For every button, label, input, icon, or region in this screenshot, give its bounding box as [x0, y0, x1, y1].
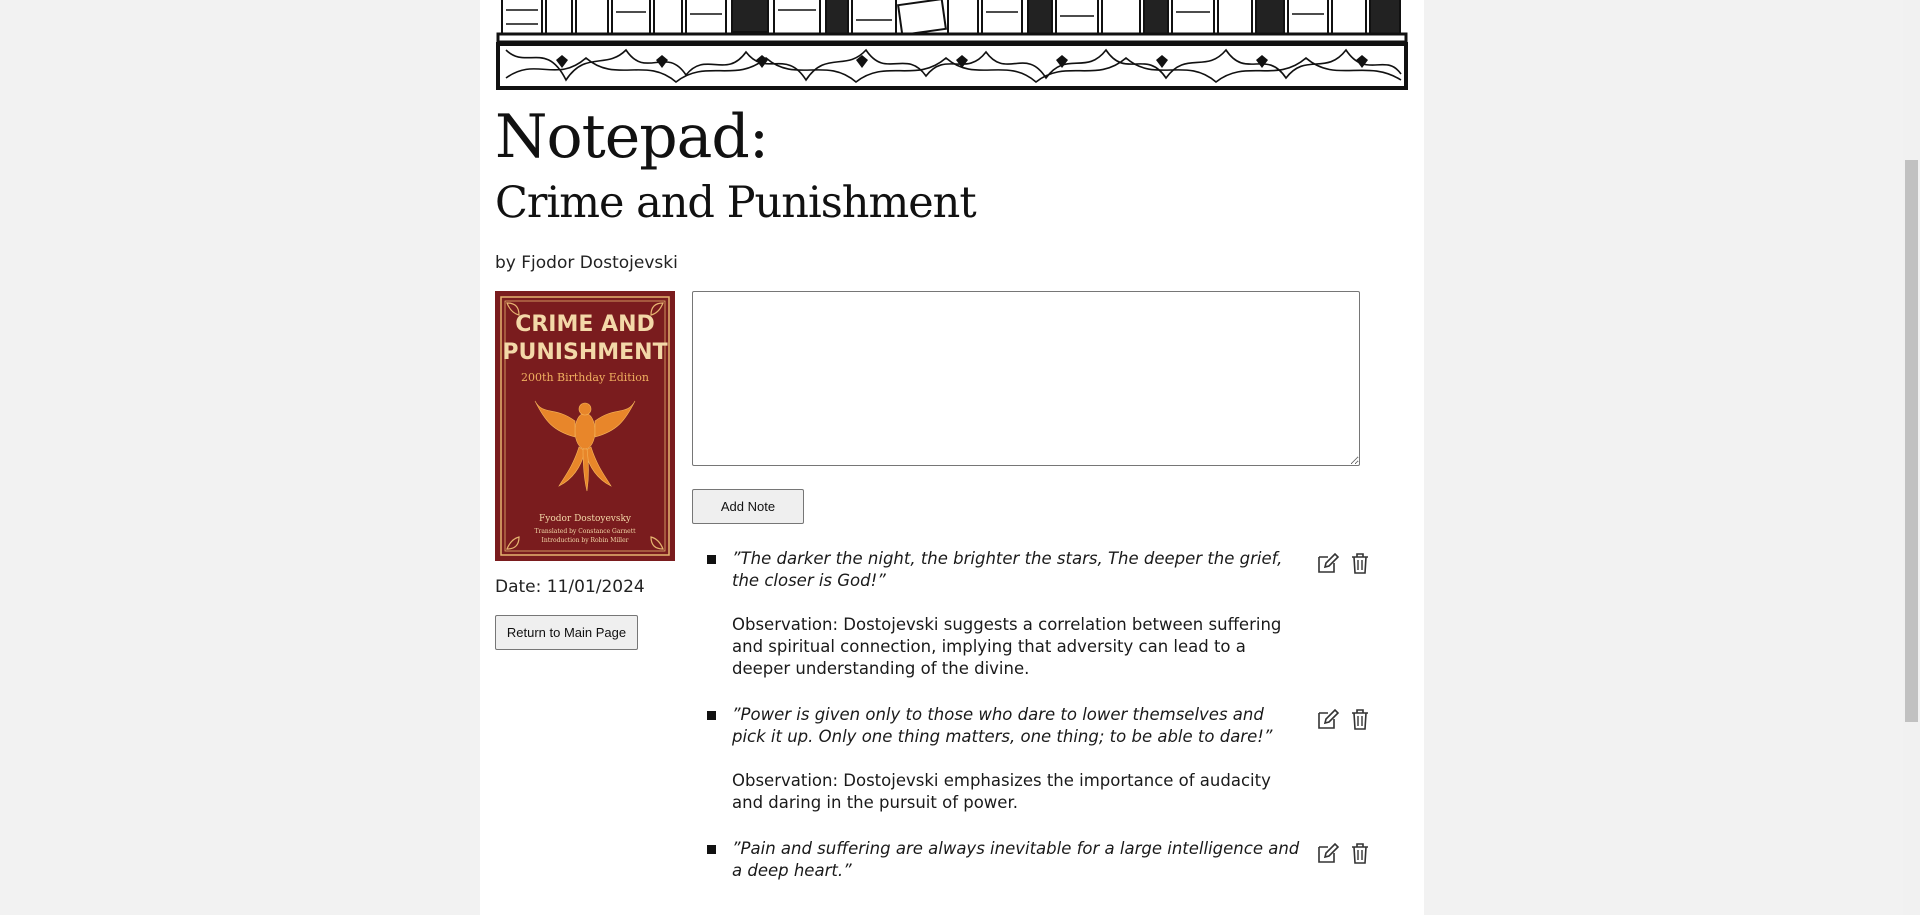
- note-item: ”Pain and suffering are always inevitabl…: [692, 838, 1380, 882]
- page-title: Notepad:: [495, 102, 769, 172]
- note-item: ”The darker the night, the brighter the …: [692, 548, 1380, 680]
- trash-icon[interactable]: [1348, 708, 1372, 730]
- note-quote: ”Power is given only to those who dare t…: [732, 705, 1273, 746]
- note-date: Date: 11/01/2024: [495, 577, 645, 597]
- edit-pencil-icon[interactable]: [1316, 708, 1340, 730]
- note-actions: [1316, 842, 1372, 864]
- note-quote: ”The darker the night, the brighter the …: [732, 549, 1283, 590]
- book-cover-image: CRIME AND PUNISHMENT 200th Birthday Edit…: [495, 291, 675, 561]
- bullet-icon: [707, 555, 716, 564]
- note-actions: [1316, 708, 1372, 730]
- bullet-icon: [707, 845, 716, 854]
- book-author: by Fjodor Dostojevski: [495, 253, 678, 273]
- cover-title-line1: CRIME AND: [515, 312, 655, 337]
- edit-pencil-icon[interactable]: [1316, 552, 1340, 574]
- notes-list: ”The darker the night, the brighter the …: [692, 548, 1380, 906]
- note-item: ”Power is given only to those who dare t…: [692, 704, 1380, 814]
- note-observation: Observation: Dostojevski suggests a corr…: [732, 615, 1282, 678]
- cover-edition: 200th Birthday Edition: [521, 371, 649, 384]
- note-textarea[interactable]: [692, 291, 1360, 466]
- bookshelf-banner-image: [496, 0, 1408, 95]
- note-quote: ”Pain and suffering are always inevitabl…: [732, 839, 1300, 880]
- add-note-button[interactable]: Add Note: [692, 489, 804, 524]
- main-content: Notepad: Crime and Punishment by Fjodor …: [480, 0, 1424, 915]
- trash-icon[interactable]: [1348, 552, 1372, 574]
- note-actions: [1316, 552, 1372, 574]
- cover-intro: Introduction by Robin Miller: [541, 537, 628, 544]
- vertical-scrollbar[interactable]: [1903, 0, 1920, 915]
- bullet-icon: [707, 711, 716, 720]
- trash-icon[interactable]: [1348, 842, 1372, 864]
- cover-translator: Translated by Constance Garnett: [534, 528, 636, 535]
- book-title: Crime and Punishment: [495, 178, 977, 228]
- note-observation: Observation: Dostojevski emphasizes the …: [732, 771, 1271, 812]
- return-to-main-page-button[interactable]: Return to Main Page: [495, 615, 638, 650]
- scrollbar-thumb[interactable]: [1905, 160, 1918, 722]
- edit-pencil-icon[interactable]: [1316, 842, 1340, 864]
- cover-title-line2: PUNISHMENT: [502, 340, 667, 365]
- cover-author: Fyodor Dostoyevsky: [539, 514, 632, 524]
